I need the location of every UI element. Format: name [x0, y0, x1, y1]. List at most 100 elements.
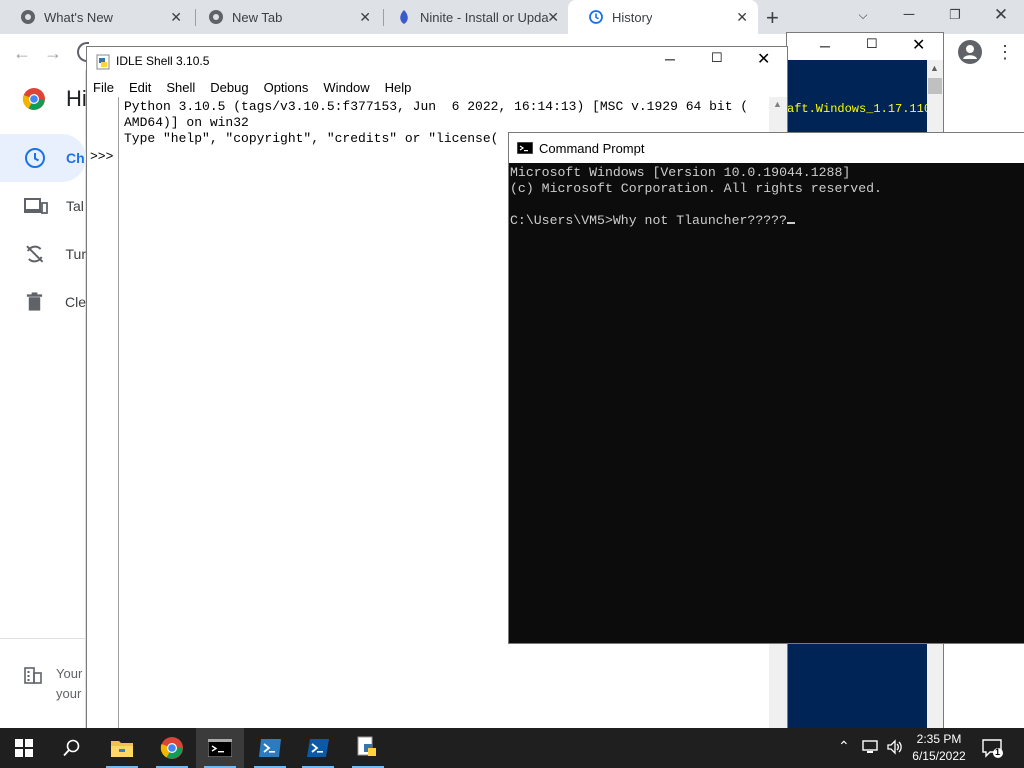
python-idle-icon [357, 736, 376, 756]
cmd-console[interactable]: Microsoft Windows [Version 10.0.19044.12… [509, 165, 1024, 229]
system-clock[interactable]: 2:35 PM 6/15/2022 [900, 731, 978, 765]
cmd-icon [208, 739, 232, 757]
close-icon[interactable]: ✕ [170, 9, 182, 26]
sidebar-item-label: Tur [65, 246, 86, 262]
menu-window[interactable]: Window [323, 80, 369, 95]
taskbar-python-idle[interactable] [344, 728, 392, 768]
chrome-icon [209, 10, 223, 24]
taskbar-powershell[interactable] [294, 728, 342, 768]
chrome-icon [160, 737, 183, 759]
restore-icon[interactable]: ❐ [932, 0, 978, 30]
forward-button[interactable]: → [40, 40, 66, 66]
powershell-icon [307, 739, 329, 757]
close-icon[interactable]: ✕ [359, 9, 371, 26]
scroll-up-icon[interactable]: ▲ [930, 63, 939, 73]
console-line: (c) Microsoft Corporation. All rights re… [510, 181, 882, 196]
sidebar-item-label: Tal [66, 198, 84, 214]
close-icon[interactable]: ✕ [736, 9, 748, 26]
scroll-up-icon[interactable]: ▲ [773, 99, 782, 109]
search-icon [63, 739, 80, 757]
building-icon [24, 666, 42, 689]
minimize-icon[interactable]: ─ [820, 38, 830, 54]
close-window-icon[interactable]: ✕ [978, 0, 1024, 30]
page-title: Hi [66, 86, 87, 111]
prompt-gutter: >>> [87, 97, 119, 731]
console-line: Microsoft Windows [Version 10.0.19044.12… [510, 165, 851, 180]
devices-icon [24, 198, 48, 214]
powershell-output-text: aft.Windows_1.17.110 [787, 102, 927, 116]
sync-off-icon [26, 245, 44, 263]
menu-file[interactable]: File [93, 80, 114, 95]
maximize-icon[interactable]: ☐ [711, 50, 723, 66]
menu-shell[interactable]: Shell [166, 80, 195, 95]
sidebar-item-tabs-other-devices[interactable]: Tal [0, 182, 86, 230]
menu-options[interactable]: Options [264, 80, 309, 95]
command-prompt-window[interactable]: Command Prompt Microsoft Windows [Versio… [508, 132, 1024, 644]
tab-ninite[interactable]: Ninite - Install or Upda ✕ [376, 0, 569, 34]
clock-time: 2:35 PM [916, 732, 962, 746]
close-icon[interactable]: ✕ [547, 9, 559, 26]
divider [0, 638, 86, 639]
minimize-icon[interactable]: ─ [886, 0, 932, 30]
console-input-line: C:\Users\VM5>Why not Tlauncher????? [510, 213, 787, 228]
chrome-logo [22, 87, 46, 116]
notification-center-icon[interactable]: 1 [982, 738, 1004, 763]
menu-kebab-icon[interactable]: ⋮ [996, 40, 1014, 64]
shell-line: Python 3.10.5 (tags/v3.10.5:f377153, Jun… [124, 99, 749, 114]
managed-by-text-line1: Your [56, 666, 83, 681]
maximize-icon[interactable]: ☐ [866, 36, 878, 52]
idle-menubar: File Edit Shell Debug Options Window Hel… [87, 77, 787, 97]
window-title: IDLE Shell 3.10.5 [116, 54, 210, 68]
history-icon [589, 10, 603, 24]
browser-tab-strip: What's New ✕ New Tab ✕ Ninite - Install … [0, 0, 1024, 34]
shell-line: AMD64)] on win32 [124, 115, 249, 130]
taskbar: ⌃ 1 [0, 728, 1024, 768]
close-icon[interactable]: ✕ [757, 49, 770, 69]
tab-search-icon[interactable]: ⌵ [840, 0, 886, 30]
scroll-thumb[interactable] [928, 78, 942, 94]
tab-label: What's New [44, 9, 113, 25]
cmd-titlebar[interactable]: Command Prompt [509, 133, 1024, 163]
tab-label: History [612, 9, 653, 25]
minimize-icon[interactable]: ─ [665, 51, 675, 67]
menu-edit[interactable]: Edit [129, 80, 151, 95]
search-button[interactable] [48, 728, 96, 768]
python-idle-icon [96, 54, 110, 70]
profile-avatar[interactable] [958, 40, 982, 64]
show-hidden-icons-chevron-icon[interactable]: ⌃ [838, 738, 850, 755]
start-button[interactable] [0, 728, 48, 768]
ninite-icon [400, 10, 408, 24]
back-button[interactable]: ← [9, 40, 35, 66]
new-tab-button[interactable]: + [766, 5, 779, 31]
sidebar-item-chrome-history[interactable]: Ch [0, 134, 86, 182]
taskbar-file-explorer[interactable] [98, 728, 146, 768]
history-sidebar: Hi Ch Tal Tur Cle Your your [0, 70, 87, 730]
menu-help[interactable]: Help [385, 80, 412, 95]
taskbar-chrome[interactable] [148, 728, 196, 768]
text-cursor [786, 222, 795, 224]
notification-count: 1 [995, 747, 1001, 757]
tab-whats-new[interactable]: What's New ✕ [0, 0, 192, 34]
close-icon[interactable]: ✕ [912, 35, 925, 55]
taskbar-powershell-ise[interactable] [246, 728, 294, 768]
taskbar-command-prompt[interactable] [196, 728, 244, 768]
person-icon [963, 45, 977, 59]
network-icon[interactable] [862, 739, 880, 760]
folder-icon [111, 741, 133, 757]
sidebar-item-turn-on-sync[interactable]: Tur [0, 230, 86, 278]
sidebar-item-label: Cle [64, 294, 86, 310]
sidebar-item-label: Ch [66, 150, 85, 166]
tab-history[interactable]: History ✕ [568, 0, 758, 34]
tab-label: New Tab [232, 9, 283, 25]
clock-icon [25, 148, 45, 168]
idle-titlebar[interactable]: IDLE Shell 3.10.5 ─ ☐ ✕ [87, 47, 787, 77]
window-title: Command Prompt [539, 140, 645, 156]
tab-label: Ninite - Install or Upda [420, 9, 549, 25]
cmd-icon [517, 142, 533, 154]
tab-new-tab[interactable]: New Tab ✕ [188, 0, 381, 34]
trash-icon [26, 292, 43, 311]
sidebar-item-clear-browsing-data[interactable]: Cle [0, 278, 86, 326]
menu-debug[interactable]: Debug [210, 80, 248, 95]
chrome-icon [21, 10, 35, 24]
